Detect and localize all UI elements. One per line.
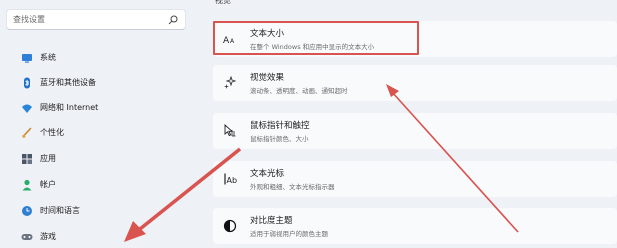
setting-card-visual-effects[interactable]: 视觉效果 滚动条、透明度、动画、通知超时	[213, 65, 617, 101]
pointer-touch-icon	[224, 124, 236, 137]
sidebar-item-label: 帐户	[40, 180, 56, 189]
game-icon	[21, 234, 33, 240]
setting-card-text-cursor[interactable]: Ab 文本光标 外观和粗细、文本光标指示器	[213, 161, 617, 197]
system-display-icon	[22, 54, 32, 63]
sidebar-item-label: 应用	[40, 154, 56, 163]
wifi-icon	[22, 104, 32, 113]
sidebar-item-label: 网络和 Internet	[40, 103, 99, 112]
card-subtitle: 鼠标指针颜色、大小	[250, 135, 309, 143]
card-subtitle: 滚动条、透明度、动画、通知超时	[250, 87, 348, 95]
account-icon	[22, 179, 32, 191]
sidebar-item-label: 个性化	[40, 128, 64, 137]
setting-card-contrast-themes[interactable]: 对比度主题 适用于弱视用户的颜色主题	[213, 208, 617, 244]
sidebar-item-label: 系统	[40, 53, 56, 62]
svg-text:Ab: Ab	[227, 176, 238, 185]
sidebar-item-accounts[interactable]: 帐户	[0, 174, 200, 196]
contrast-icon	[223, 219, 237, 233]
sidebar-item-label: 时间和语言	[40, 206, 80, 215]
card-title: 鼠标指针和触控	[250, 121, 310, 131]
sidebar-item-label: 蓝牙和其他设备	[40, 78, 96, 87]
search-input[interactable]: 查找设置	[6, 9, 186, 30]
search-placeholder: 查找设置	[13, 15, 45, 24]
setting-card-mouse-pointer[interactable]: 鼠标指针和触控 鼠标指针颜色、大小	[213, 113, 617, 149]
globe-clock-icon	[22, 206, 32, 216]
sidebar-item-network[interactable]: 网络和 Internet	[0, 97, 200, 119]
text-cursor-icon: Ab	[224, 173, 238, 185]
sidebar-item-apps[interactable]: 应用	[0, 148, 200, 170]
brush-icon	[22, 127, 32, 138]
sparkle-icon	[224, 76, 237, 89]
sidebar-item-bluetooth[interactable]: 蓝牙和其他设备	[0, 72, 200, 94]
card-title: 视觉效果	[250, 73, 285, 83]
card-subtitle: 外观和粗细、文本光标指示器	[250, 183, 335, 191]
card-title: 文本光标	[250, 169, 285, 179]
sidebar: 查找设置 系统 蓝牙和其他设备 网络和 Internet 个性化 应用 帐户 时…	[0, 0, 205, 247]
annotation-highlight-box	[213, 21, 419, 55]
section-title: 视觉	[215, 0, 231, 5]
sidebar-item-time-language[interactable]: 时间和语言	[0, 200, 200, 222]
sidebar-item-system[interactable]: 系统	[0, 47, 200, 69]
card-title: 对比度主题	[250, 216, 293, 226]
search-icon	[168, 15, 178, 25]
apps-icon	[22, 154, 32, 164]
bluetooth-icon	[24, 77, 30, 89]
sidebar-item-gaming[interactable]: 游戏	[0, 226, 200, 248]
card-subtitle: 适用于弱视用户的颜色主题	[250, 230, 328, 238]
sidebar-item-label: 游戏	[40, 232, 56, 241]
sidebar-item-personalization[interactable]: 个性化	[0, 122, 200, 144]
